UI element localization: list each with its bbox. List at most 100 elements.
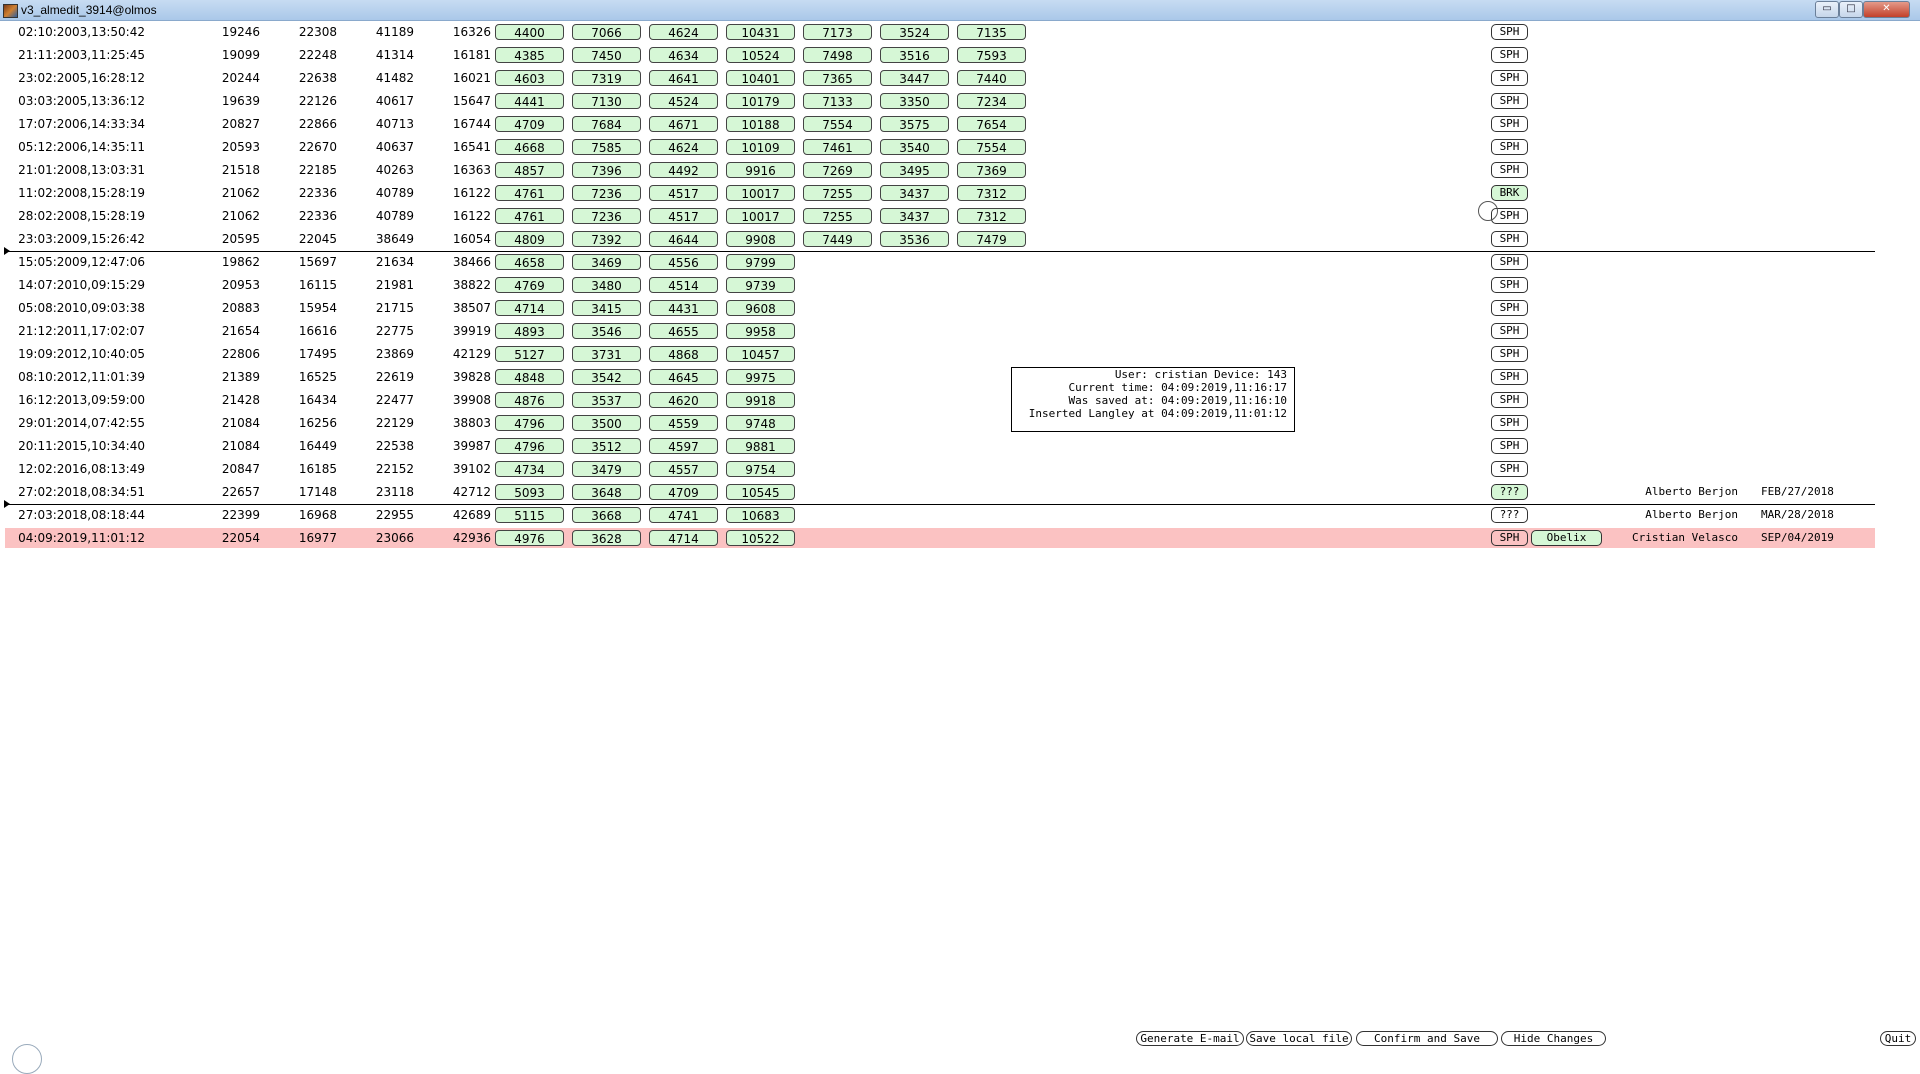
status-flag-button[interactable]: SPH [1491,139,1528,155]
value-field[interactable]: 4734 [495,461,564,477]
value-field[interactable]: 9608 [726,300,795,316]
value-field[interactable]: 4597 [649,438,718,454]
value-field[interactable]: 7365 [803,70,872,86]
maximize-button[interactable]: □ [1839,1,1863,18]
value-field[interactable]: 7269 [803,162,872,178]
confirm-and-save-button[interactable]: Confirm and Save [1356,1031,1498,1046]
status-flag-button[interactable]: SPH [1491,415,1528,431]
value-field[interactable]: 3469 [572,254,641,270]
value-field[interactable]: 4761 [495,208,564,224]
value-field[interactable]: 3350 [880,93,949,109]
status-flag-button[interactable]: SPH [1491,346,1528,362]
value-field[interactable]: 10109 [726,139,795,155]
value-field[interactable]: 5127 [495,346,564,362]
value-field[interactable]: 3479 [572,461,641,477]
value-field[interactable]: 3516 [880,47,949,63]
value-field[interactable]: 9908 [726,231,795,247]
value-field[interactable]: 3447 [880,70,949,86]
value-field[interactable]: 4624 [649,139,718,155]
value-field[interactable]: 10017 [726,185,795,201]
value-field[interactable]: 4517 [649,185,718,201]
value-field[interactable]: 4514 [649,277,718,293]
minimize-button[interactable]: ▭ [1815,1,1839,18]
status-flag-button[interactable]: SPH [1491,70,1528,86]
value-field[interactable]: 3500 [572,415,641,431]
value-field[interactable]: 4714 [495,300,564,316]
value-field[interactable]: 3540 [880,139,949,155]
value-field[interactable]: 3542 [572,369,641,385]
value-field[interactable]: 4796 [495,438,564,454]
status-flag-button[interactable]: SPH [1491,277,1528,293]
value-field[interactable]: 7449 [803,231,872,247]
value-field[interactable]: 7135 [957,24,1026,40]
value-field[interactable]: 7684 [572,116,641,132]
value-field[interactable]: 3437 [880,208,949,224]
value-field[interactable]: 7392 [572,231,641,247]
value-field[interactable]: 4893 [495,323,564,339]
value-field[interactable]: 3648 [572,484,641,500]
value-field[interactable]: 3731 [572,346,641,362]
value-field[interactable]: 7554 [957,139,1026,155]
value-field[interactable]: 3524 [880,24,949,40]
value-field[interactable]: 7066 [572,24,641,40]
value-field[interactable]: 7255 [803,185,872,201]
status-flag-button[interactable]: BRK [1491,185,1528,201]
value-field[interactable]: 7450 [572,47,641,63]
value-field[interactable]: 4603 [495,70,564,86]
value-field[interactable]: 10401 [726,70,795,86]
value-field[interactable]: 4658 [495,254,564,270]
value-field[interactable]: 4876 [495,392,564,408]
value-field[interactable]: 10545 [726,484,795,500]
value-field[interactable]: 9754 [726,461,795,477]
save-local-file-button[interactable]: Save local file [1246,1031,1352,1046]
value-field[interactable]: 7173 [803,24,872,40]
value-field[interactable]: 7234 [957,93,1026,109]
value-field[interactable]: 4796 [495,415,564,431]
value-field[interactable]: 7554 [803,116,872,132]
value-field[interactable]: 3437 [880,185,949,201]
value-field[interactable]: 4400 [495,24,564,40]
value-field[interactable]: 4655 [649,323,718,339]
value-field[interactable]: 9975 [726,369,795,385]
value-field[interactable]: 7654 [957,116,1026,132]
value-field[interactable]: 3495 [880,162,949,178]
close-button[interactable]: ✕ [1863,1,1910,18]
value-field[interactable]: 4624 [649,24,718,40]
value-field[interactable]: 9739 [726,277,795,293]
generate-email-button[interactable]: Generate E-mail [1136,1031,1244,1046]
status-flag-button[interactable]: SPH [1491,300,1528,316]
value-field[interactable]: 4385 [495,47,564,63]
value-field[interactable]: 4644 [649,231,718,247]
value-field[interactable]: 5093 [495,484,564,500]
value-field[interactable]: 7593 [957,47,1026,63]
value-field[interactable]: 4634 [649,47,718,63]
status-flag-button[interactable]: SPH [1491,438,1528,454]
value-field[interactable]: 9958 [726,323,795,339]
status-flag-button[interactable]: SPH [1491,369,1528,385]
value-field[interactable]: 3536 [880,231,949,247]
value-field[interactable]: 10457 [726,346,795,362]
value-field[interactable]: 4868 [649,346,718,362]
value-field[interactable]: 4741 [649,507,718,523]
value-field[interactable]: 5115 [495,507,564,523]
value-field[interactable]: 3480 [572,277,641,293]
value-field[interactable]: 9916 [726,162,795,178]
value-field[interactable]: 7133 [803,93,872,109]
status-flag-button[interactable]: SPH [1491,392,1528,408]
status-flag-button[interactable]: SPH [1491,47,1528,63]
value-field[interactable]: 7255 [803,208,872,224]
status-flag-button[interactable]: SPH [1491,323,1528,339]
value-field[interactable]: 4761 [495,185,564,201]
value-field[interactable]: 4524 [649,93,718,109]
hide-changes-button[interactable]: Hide Changes [1501,1031,1606,1046]
value-field[interactable]: 4848 [495,369,564,385]
value-field[interactable]: 7461 [803,139,872,155]
status-flag-button[interactable]: SPH [1491,116,1528,132]
value-field[interactable]: 3512 [572,438,641,454]
value-field[interactable]: 7479 [957,231,1026,247]
value-field[interactable]: 7312 [957,208,1026,224]
value-field[interactable]: 4857 [495,162,564,178]
quit-button[interactable]: Quit [1880,1031,1916,1046]
value-field[interactable]: 10179 [726,93,795,109]
value-field[interactable]: 7236 [572,208,641,224]
